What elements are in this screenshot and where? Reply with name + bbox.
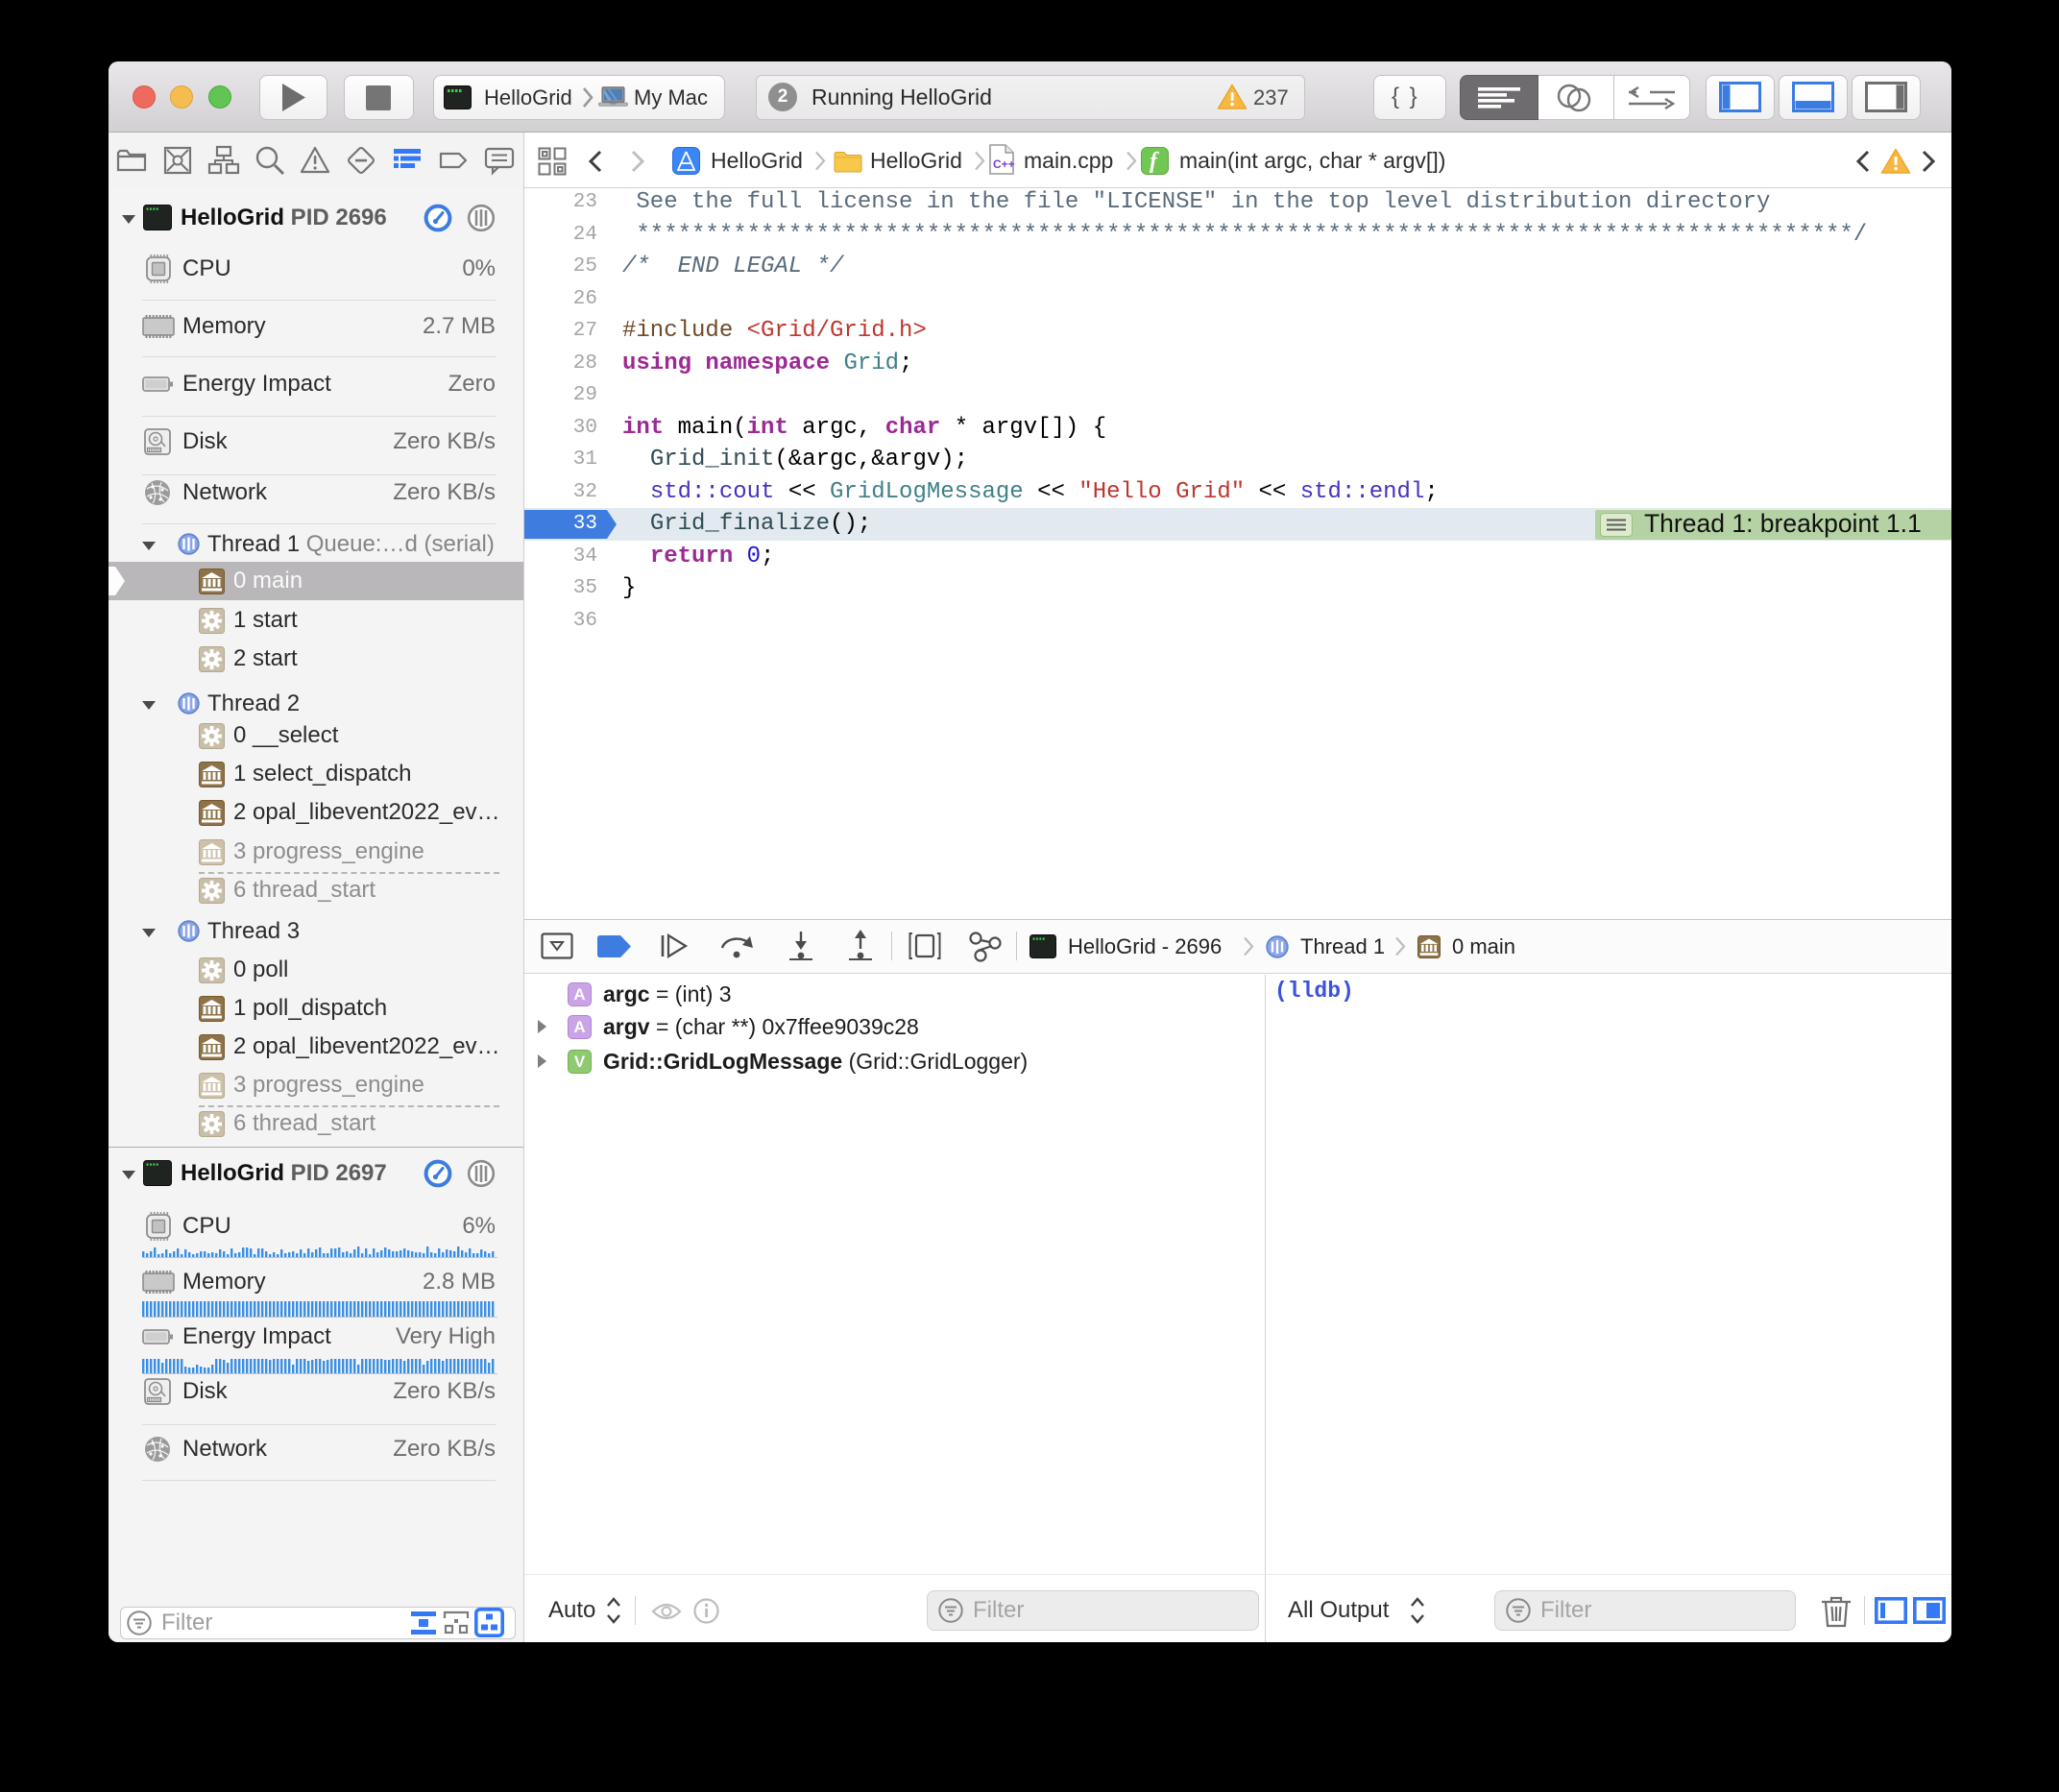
svg-text:C++: C++ — [993, 157, 1015, 171]
